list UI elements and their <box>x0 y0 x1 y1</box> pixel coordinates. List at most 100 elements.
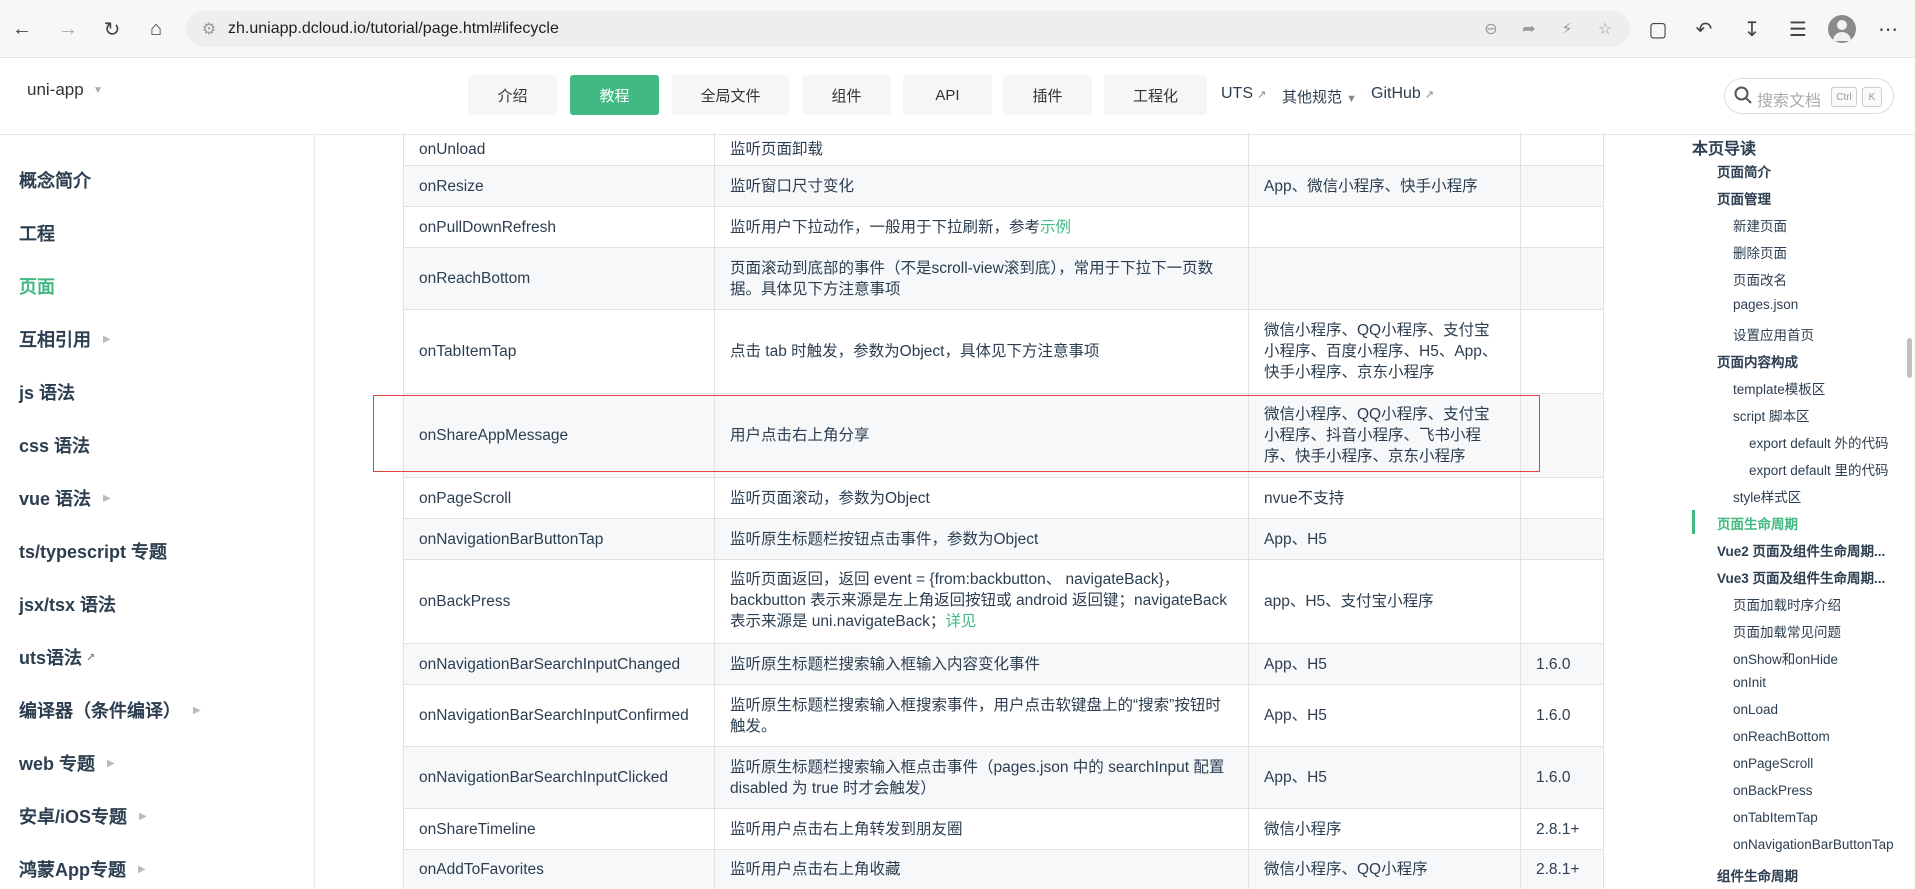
toc-item[interactable]: 页面内容构成 <box>1717 351 1798 371</box>
event-desc: 监听页面滚动，参数为Object <box>730 489 930 507</box>
toc-scrollbar[interactable] <box>1907 338 1912 378</box>
home-icon[interactable]: ⌂ <box>140 13 172 45</box>
chevron-right-icon: ▶ <box>107 757 115 769</box>
table-row: onNavigationBarSearchInputClicked 监听原生标题… <box>403 747 1603 809</box>
sidebar-item-harmony[interactable]: 鸿蒙App专题 ▶ <box>19 855 146 883</box>
toc-item[interactable]: onInit <box>1733 675 1766 690</box>
nav-api[interactable]: API <box>903 75 992 115</box>
profile-avatar[interactable] <box>1828 15 1856 43</box>
sidebar-item-android-ios[interactable]: 安卓/iOS专题 ▶ <box>19 802 147 830</box>
url-text: zh.uniapp.dcloud.io/tutorial/page.html#l… <box>228 20 559 37</box>
event-version: 1.6.0 <box>1536 707 1571 724</box>
toc-item[interactable]: Vue3 页面及组件生命周期... <box>1717 567 1885 587</box>
event-platform: App、H5 <box>1264 769 1327 786</box>
nav-other-specs[interactable]: 其他规范 ▼ <box>1282 86 1357 107</box>
nav-engineering[interactable]: 工程化 <box>1104 75 1207 115</box>
toc-item[interactable]: template模板区 <box>1733 378 1825 398</box>
table-border <box>403 133 404 889</box>
nav-tutorial[interactable]: 教程 <box>570 75 659 115</box>
nav-components[interactable]: 组件 <box>802 75 891 115</box>
back-icon[interactable]: ← <box>6 13 38 45</box>
toc-item[interactable]: pages.json <box>1733 297 1798 312</box>
toc-item[interactable]: 页面加载常见问题 <box>1733 621 1841 641</box>
table-row: onTabItemTap 点击 tab 时触发，参数为Object，具体见下方注… <box>403 310 1603 394</box>
event-platform <box>1248 133 1520 165</box>
sidebar-item-jsx[interactable]: jsx/tsx 语法 <box>19 590 116 618</box>
toc-item[interactable]: 删除页面 <box>1733 242 1787 262</box>
sidebar-item-overview[interactable]: 概念简介 <box>19 166 91 194</box>
flash-icon[interactable]: ⚡ <box>1556 18 1578 40</box>
event-desc: 监听原生标题栏搜索输入框搜索事件，用户点击软键盘上的“搜索”按钮时触发。 <box>730 696 1221 735</box>
sidebar-item-project[interactable]: 工程 <box>19 219 55 247</box>
toc-item[interactable]: 页面管理 <box>1717 188 1771 208</box>
share-icon[interactable]: ➦ <box>1518 18 1540 40</box>
search-placeholder: 搜索文档 <box>1757 93 1822 110</box>
kbd-ctrl: Ctrl <box>1831 87 1857 107</box>
collections-icon[interactable]: ☰ <box>1782 13 1814 45</box>
site-info-icon[interactable]: ⚙ <box>198 18 220 40</box>
sidebar-item-web[interactable]: web 专题 ▶ <box>19 749 115 777</box>
sidebar-item-compiler[interactable]: 编译器（条件编译） ▶ <box>19 696 201 724</box>
sidebar-item-js[interactable]: js 语法 <box>19 378 75 406</box>
table-border <box>1603 133 1604 889</box>
chevron-right-icon: ▶ <box>193 704 201 716</box>
nav-plugins[interactable]: 插件 <box>1003 75 1092 115</box>
chevron-down-icon[interactable]: ▼ <box>93 85 103 96</box>
toc-item[interactable]: 设置应用首页 <box>1733 324 1814 344</box>
extensions-icon[interactable]: ▢ <box>1642 13 1674 45</box>
toc-item[interactable]: Vue2 页面及组件生命周期... <box>1717 540 1885 560</box>
external-link-icon: ↗ <box>86 651 96 664</box>
address-bar[interactable]: ⚙ zh.uniapp.dcloud.io/tutorial/page.html… <box>186 11 1630 47</box>
event-version: 2.8.1+ <box>1536 861 1580 878</box>
event-version <box>1520 207 1603 247</box>
example-link[interactable]: 示例 <box>1040 217 1071 238</box>
event-name: onReachBottom <box>419 270 531 287</box>
reload-icon[interactable]: ↻ <box>96 13 128 45</box>
toc-item[interactable]: onShow和onHide <box>1733 648 1838 668</box>
toc-item[interactable]: script 脚本区 <box>1733 405 1810 425</box>
toc-item[interactable]: 新建页面 <box>1733 215 1787 235</box>
nav-github[interactable]: GitHub ↗ <box>1371 85 1434 103</box>
chevron-right-icon: ▶ <box>139 810 147 822</box>
search-input[interactable]: 搜索文档 Ctrl K <box>1724 78 1894 114</box>
toc-item[interactable]: onNavigationBarButtonTap <box>1733 837 1894 852</box>
sidebar-item-css[interactable]: css 语法 <box>19 431 90 459</box>
toc-item[interactable]: 组件生命周期 <box>1717 865 1798 885</box>
zoom-icon[interactable]: ⊖ <box>1480 18 1502 40</box>
toc-item[interactable]: export default 里的代码 <box>1749 459 1889 479</box>
sidebar-item-references[interactable]: 互相引用 ▶ <box>19 325 111 353</box>
nav-intro[interactable]: 介绍 <box>468 75 557 115</box>
star-icon[interactable]: ☆ <box>1594 18 1616 40</box>
toc-item[interactable]: style样式区 <box>1733 486 1801 506</box>
sidebar-item-typescript[interactable]: ts/typescript 专题 <box>19 537 167 565</box>
event-platform: 微信小程序、QQ小程序 <box>1264 861 1428 878</box>
toc-item-active[interactable]: 页面生命周期 <box>1717 513 1798 533</box>
toc-item[interactable]: onBackPress <box>1733 783 1813 798</box>
forward-icon[interactable]: → <box>52 13 84 45</box>
event-desc: 监听用户点击右上角收藏 <box>730 861 901 878</box>
details-link[interactable]: 详见 <box>945 613 976 630</box>
event-desc: 监听页面卸载 <box>730 140 824 158</box>
download-icon[interactable]: ↧ <box>1736 13 1768 45</box>
history-icon[interactable]: ↶ <box>1688 13 1720 45</box>
sidebar-item-page[interactable]: 页面 <box>19 272 55 300</box>
nav-uts[interactable]: UTS ↗ <box>1221 85 1266 103</box>
toc-item[interactable]: export default 外的代码 <box>1749 432 1889 452</box>
event-name: onPullDownRefresh <box>419 218 556 236</box>
event-name: onBackPress <box>419 593 511 610</box>
toc-item[interactable]: 页面加载时序介绍 <box>1733 594 1841 614</box>
event-name: onPageScroll <box>419 489 512 507</box>
sidebar-item-uts[interactable]: uts语法 ↗ <box>19 643 95 671</box>
toc-item[interactable]: onPageScroll <box>1733 756 1813 771</box>
toc-item[interactable]: onReachBottom <box>1733 729 1830 744</box>
table-row: onPageScroll 监听页面滚动，参数为Object nvue不支持 <box>403 478 1603 519</box>
toc-item[interactable]: 页面简介 <box>1717 161 1771 181</box>
more-menu-icon[interactable]: ⋯ <box>1872 13 1904 45</box>
toc-item[interactable]: 页面改名 <box>1733 269 1787 289</box>
toc-item[interactable]: onTabItemTap <box>1733 810 1818 825</box>
sidebar-item-vue[interactable]: vue 语法 ▶ <box>19 484 111 512</box>
site-logo[interactable]: uni-app <box>27 80 84 100</box>
nav-global-files[interactable]: 全局文件 <box>672 75 789 115</box>
toc-item[interactable]: onLoad <box>1733 702 1778 717</box>
event-version <box>1520 248 1603 309</box>
